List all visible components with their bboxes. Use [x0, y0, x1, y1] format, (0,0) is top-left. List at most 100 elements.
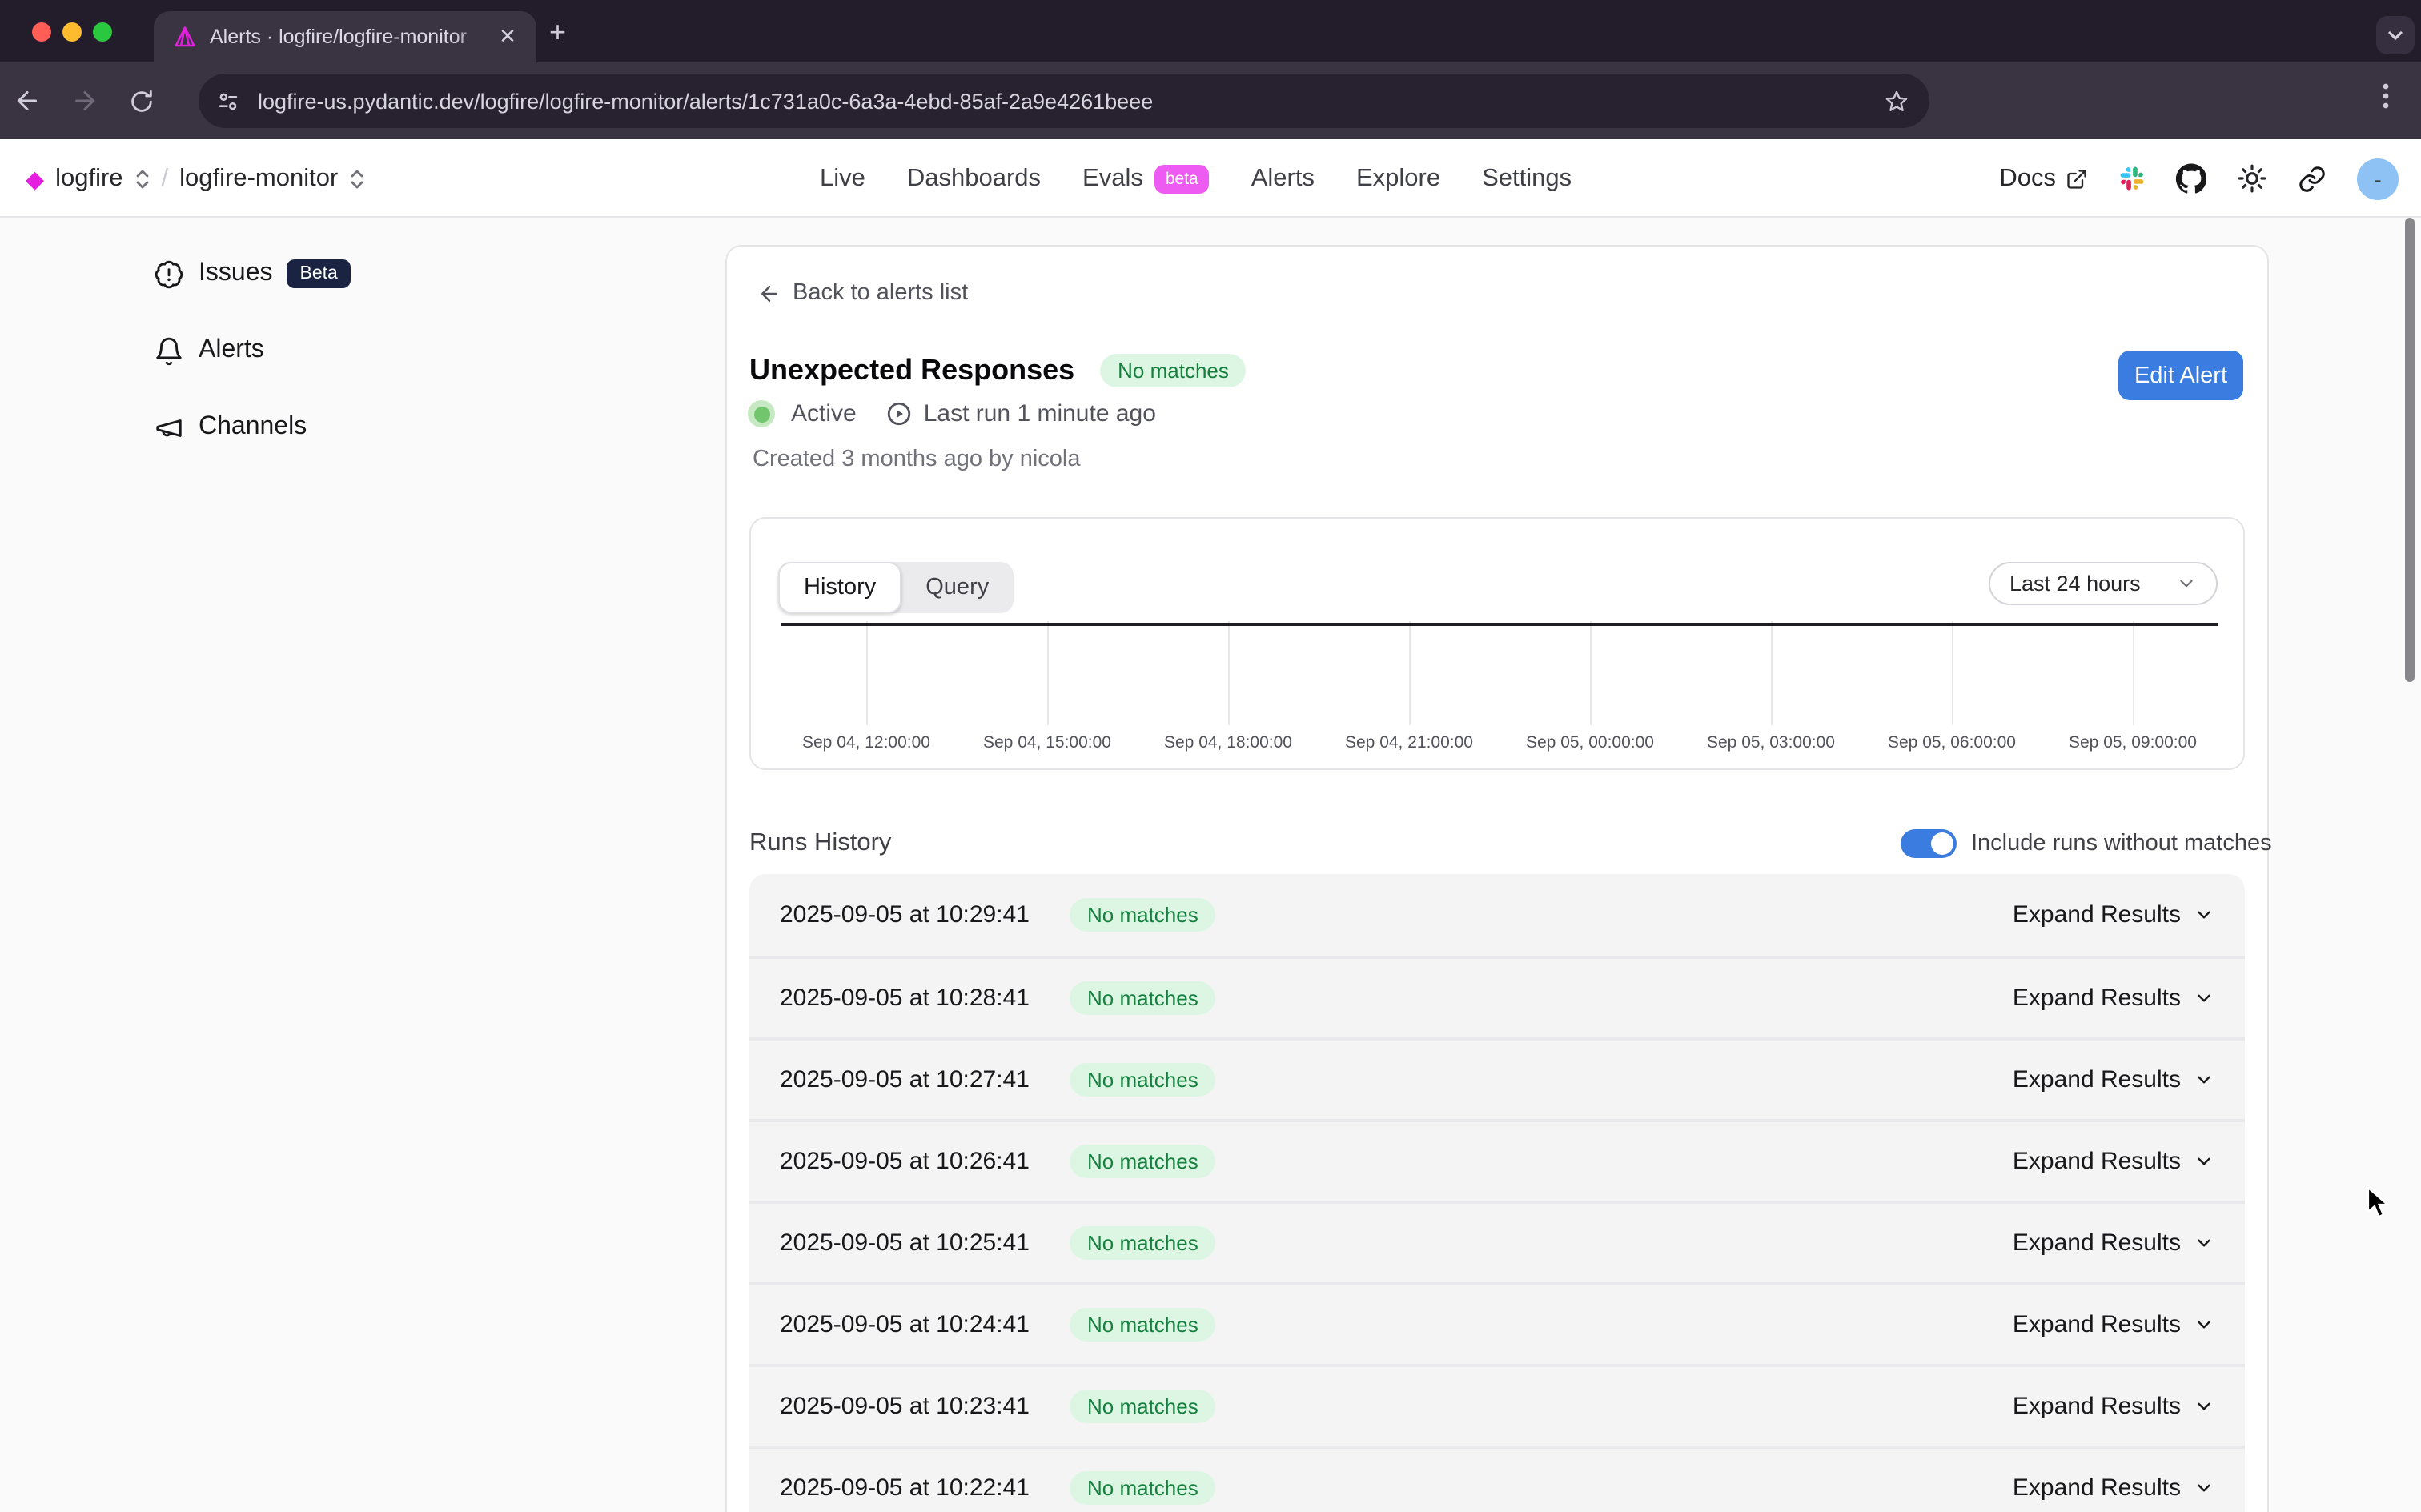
run-timestamp: 2025-09-05 at 10:25:41	[780, 1229, 1070, 1257]
sidebar: Issues Beta Alerts Channels	[154, 255, 351, 447]
project-selector[interactable]: logfire-monitor	[179, 164, 338, 193]
run-row[interactable]: 2025-09-05 at 10:23:41 No matches Expand…	[749, 1364, 2245, 1446]
history-panel: History Query Last 24 hours Sep 04, 12:0…	[749, 517, 2245, 770]
expand-results-button[interactable]: Expand Results	[2013, 1393, 2214, 1420]
chevron-down-icon	[2194, 1233, 2214, 1253]
nav-evals[interactable]: Evals beta	[1082, 164, 1210, 193]
active-label: Active	[791, 400, 857, 427]
nav-dashboards[interactable]: Dashboards	[907, 164, 1041, 193]
org-selector[interactable]: logfire	[55, 164, 122, 193]
minimize-window-button[interactable]	[62, 22, 82, 42]
nav-evals-label: Evals	[1082, 164, 1143, 193]
nav-settings[interactable]: Settings	[1482, 164, 1572, 193]
slack-icon[interactable]	[2118, 165, 2146, 192]
run-row[interactable]: 2025-09-05 at 10:29:41 No matches Expand…	[749, 874, 2245, 956]
run-timestamp: 2025-09-05 at 10:28:41	[780, 985, 1070, 1012]
history-query-tabs: History Query	[778, 562, 1013, 613]
share-link-icon[interactable]	[2298, 164, 2327, 193]
issues-beta-badge: Beta	[287, 259, 351, 288]
expand-results-button[interactable]: Expand Results	[2013, 901, 2214, 928]
chevron-down-icon	[2194, 1478, 2214, 1498]
scrollbar-thumb[interactable]	[2405, 218, 2415, 682]
alert-status-row: Active Last run 1 minute ago	[748, 400, 1156, 427]
chevron-down-icon	[2194, 1151, 2214, 1172]
run-row[interactable]: 2025-09-05 at 10:22:41 No matches Expand…	[749, 1446, 2245, 1512]
evals-beta-badge: beta	[1154, 164, 1210, 193]
expand-results-button[interactable]: Expand Results	[2013, 1474, 2214, 1502]
run-timestamp: 2025-09-05 at 10:29:41	[780, 901, 1070, 928]
x-tick-label: Sep 05, 06:00:00	[1888, 733, 2016, 752]
tab-close-icon[interactable]: ✕	[495, 24, 520, 50]
alert-status-badge: No matches	[1100, 354, 1247, 387]
nav-live[interactable]: Live	[820, 164, 865, 193]
run-row[interactable]: 2025-09-05 at 10:24:41 No matches Expand…	[749, 1282, 2245, 1364]
run-timestamp: 2025-09-05 at 10:24:41	[780, 1311, 1070, 1338]
arrow-right-icon	[70, 86, 99, 115]
expand-results-button[interactable]: Expand Results	[2013, 1066, 2214, 1093]
close-window-button[interactable]	[32, 22, 51, 42]
run-status-badge: No matches	[1070, 1471, 1216, 1505]
expand-results-button[interactable]: Expand Results	[2013, 1311, 2214, 1338]
sidebar-item-issues[interactable]: Issues Beta	[154, 255, 351, 293]
github-icon[interactable]	[2176, 163, 2206, 194]
user-avatar[interactable]: -	[2357, 158, 2399, 199]
alert-title-row: Unexpected Responses No matches	[749, 354, 1247, 387]
selector-chevrons-icon[interactable]	[349, 166, 365, 191]
mouse-cursor	[2367, 1186, 2391, 1220]
include-runs-toggle[interactable]	[1901, 829, 1957, 858]
sidebar-item-alerts[interactable]: Alerts	[154, 331, 351, 370]
expand-results-button[interactable]: Expand Results	[2013, 985, 2214, 1012]
docs-link[interactable]: Docs	[1999, 164, 2088, 193]
nav-explore[interactable]: Explore	[1356, 164, 1440, 193]
x-axis-line	[781, 623, 2218, 626]
back-button[interactable]	[13, 86, 61, 115]
expand-results-label: Expand Results	[2013, 985, 2181, 1012]
browser-tabstrip: Alerts · logfire/logfire-monitor ✕ +	[0, 0, 2421, 62]
time-range-value: Last 24 hours	[2009, 572, 2141, 596]
x-tick-label: Sep 04, 18:00:00	[1164, 733, 1292, 752]
x-tick-label: Sep 04, 15:00:00	[983, 733, 1111, 752]
run-status-badge: No matches	[1070, 1308, 1216, 1342]
last-run-label: Last run 1 minute ago	[924, 400, 1156, 427]
gridline	[1590, 621, 1592, 725]
back-to-alerts-link[interactable]: Back to alerts list	[757, 280, 968, 306]
expand-results-button[interactable]: Expand Results	[2013, 1148, 2214, 1175]
run-timestamp: 2025-09-05 at 10:22:41	[780, 1474, 1070, 1502]
expand-results-button[interactable]: Expand Results	[2013, 1229, 2214, 1257]
nav-alerts[interactable]: Alerts	[1251, 164, 1315, 193]
browser-menu-button[interactable]	[2373, 82, 2399, 110]
selector-chevrons-icon[interactable]	[134, 166, 151, 191]
reload-button[interactable]	[128, 87, 176, 114]
tab-query[interactable]: Query	[901, 562, 1013, 613]
run-row[interactable]: 2025-09-05 at 10:28:41 No matches Expand…	[749, 956, 2245, 1037]
gridline	[1952, 621, 1953, 725]
site-settings-icon[interactable]	[215, 87, 242, 114]
zoom-window-button[interactable]	[93, 22, 112, 42]
chevron-down-icon	[2194, 1314, 2214, 1335]
x-tick-label: Sep 05, 09:00:00	[2069, 733, 2197, 752]
include-runs-toggle-row: Include runs without matches	[1901, 829, 2272, 858]
run-row[interactable]: 2025-09-05 at 10:27:41 No matches Expand…	[749, 1037, 2245, 1119]
reload-icon	[128, 87, 155, 114]
run-timestamp: 2025-09-05 at 10:23:41	[780, 1393, 1070, 1420]
screen: Alerts · logfire/logfire-monitor ✕ + log…	[0, 0, 2421, 1512]
chevron-down-icon	[2386, 26, 2405, 45]
url-bar[interactable]: logfire-us.pydantic.dev/logfire/logfire-…	[199, 74, 1929, 128]
expand-results-label: Expand Results	[2013, 901, 2181, 928]
browser-tab[interactable]: Alerts · logfire/logfire-monitor ✕	[154, 11, 536, 62]
url-text[interactable]: logfire-us.pydantic.dev/logfire/logfire-…	[258, 89, 1883, 113]
edit-alert-button[interactable]: Edit Alert	[2118, 351, 2243, 400]
run-row[interactable]: 2025-09-05 at 10:25:41 No matches Expand…	[749, 1201, 2245, 1282]
sidebar-item-channels[interactable]: Channels	[154, 408, 351, 447]
forward-button[interactable]	[70, 86, 118, 115]
theme-sun-icon[interactable]	[2237, 163, 2267, 194]
run-status-badge: No matches	[1070, 1063, 1216, 1097]
x-tick-label: Sep 04, 12:00:00	[802, 733, 930, 752]
time-range-select[interactable]: Last 24 hours	[1989, 562, 2218, 605]
run-status-badge: No matches	[1070, 981, 1216, 1015]
new-tab-button[interactable]: +	[549, 18, 566, 46]
tab-search-button[interactable]	[2376, 16, 2415, 54]
tab-history[interactable]: History	[778, 562, 901, 613]
run-row[interactable]: 2025-09-05 at 10:26:41 No matches Expand…	[749, 1119, 2245, 1201]
bookmark-star-icon[interactable]	[1883, 87, 1910, 114]
